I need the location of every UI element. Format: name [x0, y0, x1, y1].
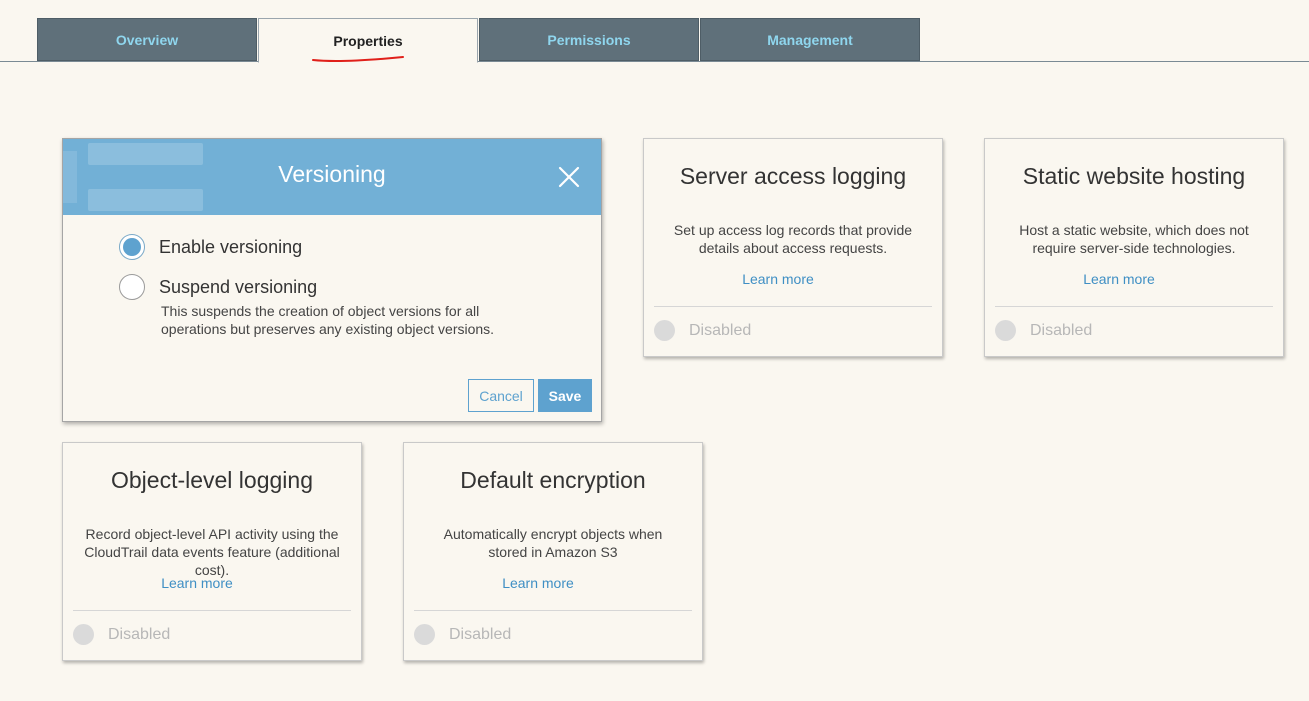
learn-more-link[interactable]: Learn more — [374, 575, 702, 591]
versioning-dialog-title: Versioning — [278, 161, 386, 187]
status-label: Disabled — [108, 625, 171, 643]
red-annotation-underline — [312, 56, 404, 62]
status-indicator: Disabled — [73, 624, 170, 645]
tab-management[interactable]: Management — [700, 18, 920, 61]
status-dot-icon — [654, 320, 675, 341]
card-title: Static website hosting — [1022, 163, 1246, 189]
card-title: Default encryption — [460, 467, 646, 493]
status-dot-icon — [73, 624, 94, 645]
status-indicator: Disabled — [995, 320, 1092, 341]
card-title: Server access logging — [679, 163, 907, 189]
cancel-button[interactable]: Cancel — [468, 379, 534, 412]
suspend-versioning-radio[interactable] — [119, 274, 145, 300]
object-level-logging-card[interactable]: Object-level logging Record object-level… — [62, 442, 362, 661]
card-description: Automatically encrypt objects when store… — [443, 526, 663, 560]
default-encryption-card[interactable]: Default encryption Automatically encrypt… — [403, 442, 703, 661]
enable-versioning-radio[interactable] — [119, 234, 145, 260]
suspend-versioning-help: This suspends the creation of object ver… — [161, 303, 495, 337]
tabbar-divider — [0, 61, 1309, 62]
card-divider — [414, 610, 692, 611]
enable-versioning-label: Enable versioning — [159, 236, 303, 257]
card-divider — [654, 306, 932, 307]
header-decoration — [88, 189, 203, 211]
status-label: Disabled — [689, 321, 752, 339]
save-button[interactable]: Save — [538, 379, 592, 412]
card-divider — [73, 610, 351, 611]
card-description: Set up access log records that provide d… — [673, 222, 913, 256]
card-title: Object-level logging — [110, 467, 313, 493]
status-dot-icon — [414, 624, 435, 645]
static-website-hosting-card[interactable]: Static website hosting Host a static web… — [984, 138, 1284, 357]
learn-more-link[interactable]: Learn more — [955, 271, 1283, 287]
versioning-dialog: Versioning Enable versioning Suspend ver… — [62, 138, 602, 422]
status-indicator: Disabled — [654, 320, 751, 341]
status-label: Disabled — [1030, 321, 1093, 339]
tab-overview[interactable]: Overview — [37, 18, 257, 61]
learn-more-link[interactable]: Learn more — [614, 271, 942, 287]
enable-versioning-option[interactable]: Enable versioning — [119, 234, 302, 260]
suspend-versioning-label: Suspend versioning — [159, 276, 318, 297]
suspend-versioning-option[interactable]: Suspend versioning — [119, 274, 317, 300]
status-dot-icon — [995, 320, 1016, 341]
learn-more-link[interactable]: Learn more — [33, 575, 361, 591]
tab-permissions[interactable]: Permissions — [479, 18, 699, 61]
card-description: Host a static website, which does not re… — [1019, 222, 1249, 256]
properties-page: Overview Properties Permissions Manageme… — [0, 0, 1309, 701]
versioning-dialog-header: Versioning — [63, 139, 601, 215]
status-indicator: Disabled — [414, 624, 511, 645]
status-label: Disabled — [449, 625, 512, 643]
card-description: Record object-level API activity using t… — [84, 526, 340, 578]
close-icon[interactable] — [555, 163, 583, 191]
card-divider — [995, 306, 1273, 307]
server-access-logging-card[interactable]: Server access logging Set up access log … — [643, 138, 943, 357]
